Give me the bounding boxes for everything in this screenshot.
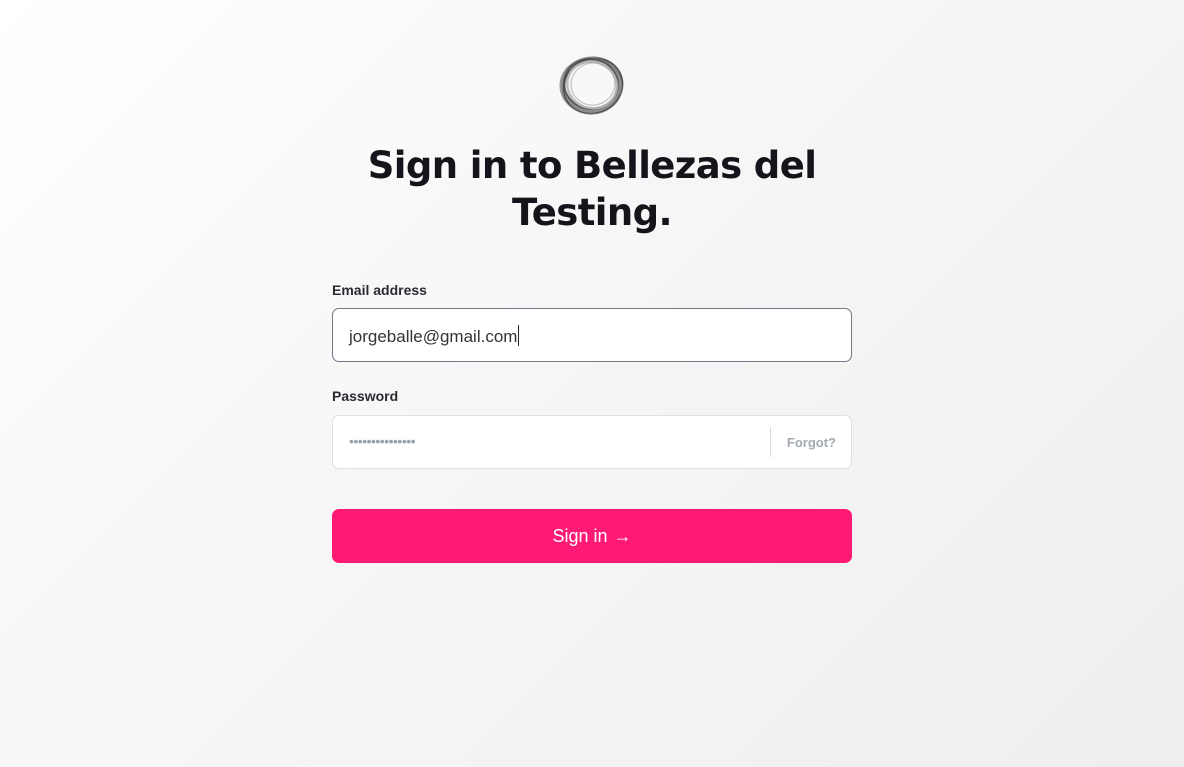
sign-in-label: Sign in [552, 525, 608, 546]
email-label: Email address [332, 282, 427, 298]
circle-logo-icon [559, 56, 624, 115]
email-field[interactable]: jorgeballe@gmail.com [332, 308, 852, 362]
page-title: Sign in to Bellezas del Testing. [367, 144, 817, 234]
arrow-right-icon: → [613, 525, 632, 546]
password-masked-value[interactable]: ••••••••••••••• [349, 433, 416, 449]
email-value-text: jorgeballe@gmail.com [349, 327, 518, 346]
password-divider [770, 427, 771, 457]
text-caret [518, 325, 520, 346]
sign-in-button[interactable]: Sign in → [332, 509, 852, 563]
forgot-password-link[interactable]: Forgot? [787, 435, 836, 450]
email-input-value[interactable]: jorgeballe@gmail.com [349, 325, 520, 347]
password-field[interactable]: ••••••••••••••• Forgot? [332, 415, 852, 469]
password-label: Password [332, 388, 399, 404]
